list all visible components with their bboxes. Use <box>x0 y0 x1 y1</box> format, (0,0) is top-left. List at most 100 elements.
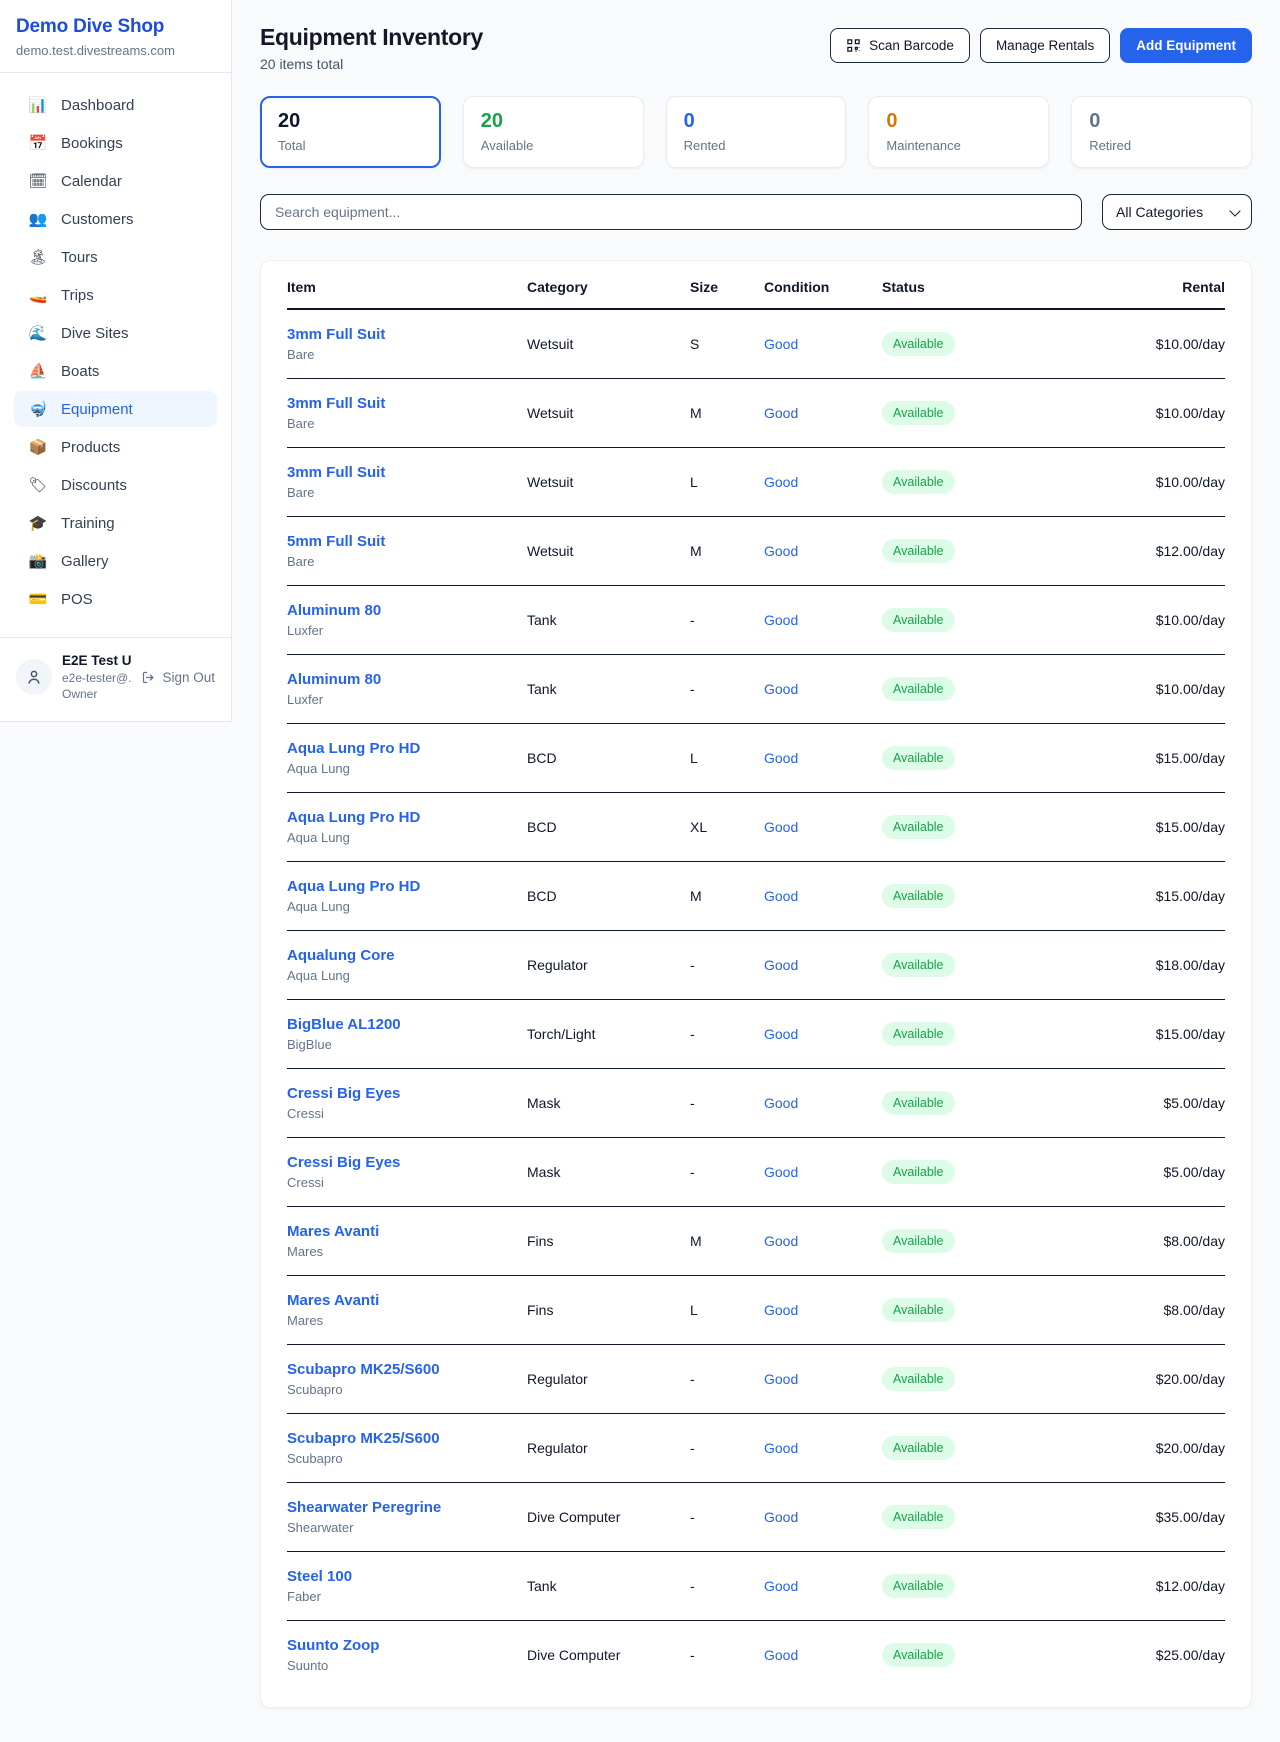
item-size: - <box>690 1137 764 1206</box>
item-name-link[interactable]: 3mm Full Suit <box>287 464 527 481</box>
item-brand: Shearwater <box>287 1520 527 1535</box>
sidebar-item-customers[interactable]: 👥 Customers <box>14 201 217 237</box>
sidebar-item-products[interactable]: 📦 Products <box>14 429 217 465</box>
status-badge: Available <box>882 677 955 701</box>
item-name-link[interactable]: Aqualung Core <box>287 947 527 964</box>
rental-price: $18.00/day <box>1156 957 1225 973</box>
item-category: Torch/Light <box>527 999 690 1068</box>
brand: Demo Dive Shop demo.test.divestreams.com <box>0 0 231 72</box>
stat-label: Available <box>481 138 626 153</box>
sidebar-item-label: POS <box>61 591 93 608</box>
sidebar-item-calendar[interactable]: 🗓 Calendar <box>14 163 217 199</box>
item-name-link[interactable]: Cressi Big Eyes <box>287 1154 527 1171</box>
condition-link[interactable]: Good <box>764 543 798 559</box>
status-badge: Available <box>882 401 955 425</box>
item-name-link[interactable]: 3mm Full Suit <box>287 395 527 412</box>
avatar <box>16 659 52 695</box>
stat-card-maintenance[interactable]: 0 Maintenance <box>868 96 1049 168</box>
rental-price: $12.00/day <box>1156 543 1225 559</box>
condition-link[interactable]: Good <box>764 1578 798 1594</box>
sidebar-item-tours[interactable]: 🏝 Tours <box>14 239 217 275</box>
search-input[interactable] <box>260 194 1082 230</box>
condition-link[interactable]: Good <box>764 1509 798 1525</box>
page-title: Equipment Inventory <box>260 24 483 51</box>
item-name-link[interactable]: Aqua Lung Pro HD <box>287 740 527 757</box>
sidebar-item-label: Products <box>61 439 120 456</box>
item-brand: Bare <box>287 554 527 569</box>
tag-icon: 🏷 <box>28 476 48 494</box>
item-name-link[interactable]: Scubapro MK25/S600 <box>287 1361 527 1378</box>
sidebar-item-trips[interactable]: 🚤 Trips <box>14 277 217 313</box>
sidebar-item-label: Discounts <box>61 477 127 494</box>
main-content: Equipment Inventory 20 items total Scan … <box>232 0 1280 1732</box>
stat-card-retired[interactable]: 0 Retired <box>1071 96 1252 168</box>
sidebar-item-training[interactable]: 🎓 Training <box>14 505 217 541</box>
speedboat-icon: 🚤 <box>28 286 48 304</box>
col-header-rental: Rental <box>1072 263 1225 309</box>
sidebar-item-boats[interactable]: ⛵ Boats <box>14 353 217 389</box>
table-row: Scubapro MK25/S600 Scubapro Regulator - … <box>287 1413 1225 1482</box>
condition-link[interactable]: Good <box>764 1233 798 1249</box>
item-name-link[interactable]: Mares Avanti <box>287 1223 527 1240</box>
stat-value: 0 <box>684 110 829 133</box>
condition-link[interactable]: Good <box>764 1026 798 1042</box>
stat-label: Retired <box>1089 138 1234 153</box>
sidebar-item-equipment[interactable]: 🤿 Equipment <box>14 391 217 427</box>
stat-card-available[interactable]: 20 Available <box>463 96 644 168</box>
sidebar-item-bookings[interactable]: 📅 Bookings <box>14 125 217 161</box>
manage-rentals-button[interactable]: Manage Rentals <box>980 28 1110 63</box>
sign-out-button[interactable]: Sign Out <box>141 670 215 685</box>
condition-link[interactable]: Good <box>764 750 798 766</box>
condition-link[interactable]: Good <box>764 957 798 973</box>
item-category: Tank <box>527 585 690 654</box>
sidebar-item-pos[interactable]: 💳 POS <box>14 581 217 617</box>
status-badge: Available <box>882 539 955 563</box>
rental-price: $10.00/day <box>1156 474 1225 490</box>
condition-link[interactable]: Good <box>764 1440 798 1456</box>
item-name-link[interactable]: Scubapro MK25/S600 <box>287 1430 527 1447</box>
item-name-link[interactable]: BigBlue AL1200 <box>287 1016 527 1033</box>
stat-card-total[interactable]: 20 Total <box>260 96 441 168</box>
stat-card-rented[interactable]: 0 Rented <box>666 96 847 168</box>
brand-name[interactable]: Demo Dive Shop <box>16 16 215 38</box>
sidebar-item-dashboard[interactable]: 📊 Dashboard <box>14 87 217 123</box>
scan-barcode-button[interactable]: Scan Barcode <box>830 28 970 63</box>
condition-link[interactable]: Good <box>764 681 798 697</box>
person-icon <box>25 668 43 686</box>
sidebar-item-gallery[interactable]: 📸 Gallery <box>14 543 217 579</box>
condition-link[interactable]: Good <box>764 336 798 352</box>
add-equipment-button[interactable]: Add Equipment <box>1120 28 1252 63</box>
item-name-link[interactable]: Aluminum 80 <box>287 602 527 619</box>
rental-price: $15.00/day <box>1156 819 1225 835</box>
condition-link[interactable]: Good <box>764 1095 798 1111</box>
item-name-link[interactable]: Mares Avanti <box>287 1292 527 1309</box>
sidebar-item-dive-sites[interactable]: 🌊 Dive Sites <box>14 315 217 351</box>
item-name-link[interactable]: Suunto Zoop <box>287 1637 527 1654</box>
item-name-link[interactable]: 3mm Full Suit <box>287 326 527 343</box>
item-name-link[interactable]: Steel 100 <box>287 1568 527 1585</box>
condition-link[interactable]: Good <box>764 1302 798 1318</box>
item-category: Regulator <box>527 930 690 999</box>
sidebar-item-label: Equipment <box>61 401 133 418</box>
category-select[interactable]: All Categories <box>1102 194 1252 230</box>
sidebar-item-discounts[interactable]: 🏷 Discounts <box>14 467 217 503</box>
condition-link[interactable]: Good <box>764 1371 798 1387</box>
condition-link[interactable]: Good <box>764 888 798 904</box>
item-name-link[interactable]: Cressi Big Eyes <box>287 1085 527 1102</box>
condition-link[interactable]: Good <box>764 612 798 628</box>
condition-link[interactable]: Good <box>764 1164 798 1180</box>
condition-link[interactable]: Good <box>764 819 798 835</box>
item-name-link[interactable]: Shearwater Peregrine <box>287 1499 527 1516</box>
item-name-link[interactable]: Aqua Lung Pro HD <box>287 809 527 826</box>
item-name-link[interactable]: Aluminum 80 <box>287 671 527 688</box>
condition-link[interactable]: Good <box>764 1647 798 1663</box>
condition-link[interactable]: Good <box>764 474 798 490</box>
condition-link[interactable]: Good <box>764 405 798 421</box>
rental-price: $12.00/day <box>1156 1578 1225 1594</box>
item-name-link[interactable]: 5mm Full Suit <box>287 533 527 550</box>
sidebar-item-label: Boats <box>61 363 99 380</box>
col-header-size: Size <box>690 263 764 309</box>
sidebar: Demo Dive Shop demo.test.divestreams.com… <box>0 0 232 722</box>
stat-label: Rented <box>684 138 829 153</box>
item-name-link[interactable]: Aqua Lung Pro HD <box>287 878 527 895</box>
